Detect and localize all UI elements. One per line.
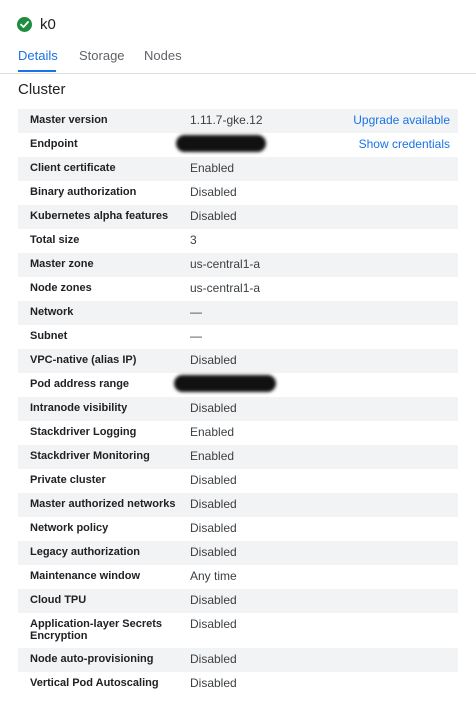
cluster-details-table: Master version 1.11.7-gke.12 Upgrade ava… <box>18 109 458 696</box>
table-row: Stackdriver Logging Enabled <box>18 421 458 445</box>
row-label: Stackdriver Logging <box>30 426 137 438</box>
table-row: Master authorized networks Disabled <box>18 493 458 517</box>
table-row: Master version 1.11.7-gke.12 Upgrade ava… <box>18 109 458 133</box>
row-label: Network <box>30 306 74 318</box>
table-row: Endpoint Show credentials <box>18 133 458 157</box>
row-label: Kubernetes alpha features <box>30 210 169 222</box>
row-value: Disabled <box>190 545 237 559</box>
table-row: Subnet — <box>18 325 458 349</box>
redacted-endpoint <box>176 135 266 152</box>
table-row: Client certificate Enabled <box>18 157 458 181</box>
row-label: Subnet <box>30 330 68 342</box>
row-value: Disabled <box>190 353 237 367</box>
row-value: Disabled <box>190 497 237 511</box>
row-value: Disabled <box>190 473 237 487</box>
redacted-pod-range <box>174 375 276 392</box>
tab-details[interactable]: Details <box>18 48 58 72</box>
upgrade-available-link[interactable]: Upgrade available <box>353 113 450 127</box>
row-label: Node auto-provisioning <box>30 653 154 665</box>
row-value: Disabled <box>190 401 237 415</box>
table-row: Master zone us-central1-a <box>18 253 458 277</box>
row-label: Maintenance window <box>30 570 141 582</box>
cluster-name: k0 <box>40 15 56 33</box>
cluster-header: k0 <box>17 14 56 34</box>
row-label: Private cluster <box>30 474 106 486</box>
tab-bar: Details Storage Nodes <box>0 40 476 74</box>
table-row: Intranode visibility Disabled <box>18 397 458 421</box>
row-label: Node zones <box>30 282 92 294</box>
show-credentials-link[interactable]: Show credentials <box>359 137 450 151</box>
row-label: Client certificate <box>30 162 116 174</box>
row-label: Network policy <box>30 522 109 534</box>
table-row: Cloud TPU Disabled <box>18 589 458 613</box>
table-row: Application-layer Secrets Encryption Dis… <box>18 613 458 648</box>
row-label: Intranode visibility <box>30 402 128 414</box>
table-row: Network — <box>18 301 458 325</box>
table-row: Pod address range <box>18 373 458 397</box>
row-value: 1.11.7-gke.12 <box>190 113 263 127</box>
table-row: Stackdriver Monitoring Enabled <box>18 445 458 469</box>
table-row: Node zones us-central1-a <box>18 277 458 301</box>
section-title: Cluster <box>18 81 66 98</box>
tab-nodes[interactable]: Nodes <box>144 48 182 72</box>
row-value: 3 <box>190 233 197 247</box>
row-value: us-central1-a <box>190 257 261 271</box>
row-label: Binary authorization <box>30 186 137 198</box>
row-label: Stackdriver Monitoring <box>30 450 150 462</box>
row-value: Disabled <box>190 209 237 223</box>
row-value: Disabled <box>190 676 237 690</box>
row-value: Enabled <box>190 449 235 463</box>
table-row: Maintenance window Any time <box>18 565 458 589</box>
row-label: Vertical Pod Autoscaling <box>30 677 159 689</box>
row-label: Application-layer Secrets Encryption <box>30 618 163 642</box>
table-row: Vertical Pod Autoscaling Disabled <box>18 672 458 696</box>
row-label: Cloud TPU <box>30 594 87 606</box>
row-label: Legacy authorization <box>30 546 141 558</box>
check-circle-icon <box>17 16 32 32</box>
row-label: Total size <box>30 234 80 246</box>
row-value: Disabled <box>190 185 237 199</box>
row-value: Enabled <box>190 161 235 175</box>
tab-storage[interactable]: Storage <box>79 48 125 72</box>
row-value: Disabled <box>190 521 237 535</box>
row-value: Any time <box>190 569 237 583</box>
row-value: Disabled <box>190 617 237 631</box>
row-value: us-central1-a <box>190 281 261 295</box>
row-label: Master authorized networks <box>30 498 176 510</box>
row-label: Pod address range <box>30 378 130 390</box>
row-value: — <box>190 305 202 319</box>
row-label: VPC-native (alias IP) <box>30 354 137 366</box>
row-value: — <box>190 329 202 343</box>
row-label: Master zone <box>30 258 94 270</box>
row-label: Endpoint <box>30 138 78 150</box>
table-row: VPC-native (alias IP) Disabled <box>18 349 458 373</box>
table-row: Private cluster Disabled <box>18 469 458 493</box>
table-row: Node auto-provisioning Disabled <box>18 648 458 672</box>
table-row: Binary authorization Disabled <box>18 181 458 205</box>
row-value: Disabled <box>190 593 237 607</box>
table-row: Legacy authorization Disabled <box>18 541 458 565</box>
row-value: Enabled <box>190 425 235 439</box>
table-row: Total size 3 <box>18 229 458 253</box>
active-tab-indicator <box>18 70 56 72</box>
row-value: Disabled <box>190 652 237 666</box>
table-row: Network policy Disabled <box>18 517 458 541</box>
row-label: Master version <box>30 114 108 126</box>
table-row: Kubernetes alpha features Disabled <box>18 205 458 229</box>
